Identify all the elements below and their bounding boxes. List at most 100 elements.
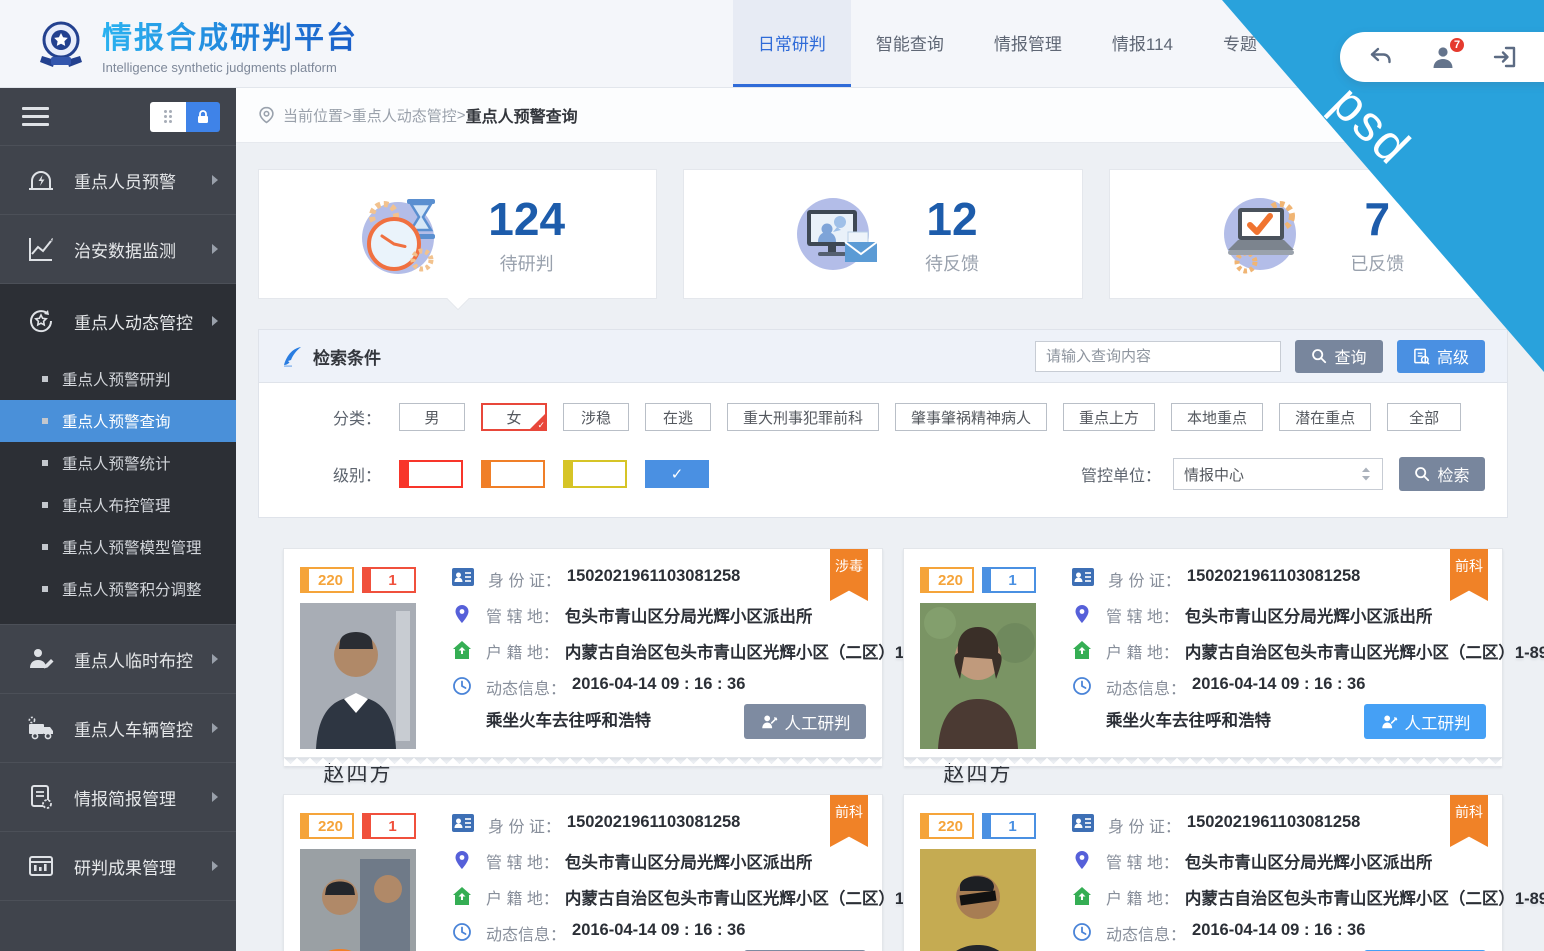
chevron-right-icon — [212, 654, 218, 664]
sidebar-item-key-person-warning[interactable]: 重点人员预警 — [0, 146, 236, 215]
clock-icon — [452, 922, 472, 942]
notification-badge: 7 — [1448, 36, 1466, 54]
laptop-check-icon — [1212, 186, 1308, 282]
category-mental-illness[interactable]: 肇事肇祸精神病人 — [895, 403, 1047, 431]
manual-judgment-button[interactable]: 人工研判 — [744, 704, 866, 739]
sidebar-item-key-person-dynamic-control[interactable]: 重点人动态管控 — [0, 284, 236, 358]
stat-label: 待研判 — [488, 250, 565, 276]
id-value: 1502021961103081258 — [567, 567, 740, 586]
level-red[interactable] — [399, 460, 463, 488]
jurisdiction-value: 包头市青山区分局光辉小区派出所 — [565, 603, 813, 627]
category-fugitive[interactable]: 在逃 — [645, 403, 711, 431]
check-icon: ✓ — [671, 465, 684, 483]
category-potential-key[interactable]: 潜在重点 — [1279, 403, 1371, 431]
bar-chart-window-icon — [26, 851, 56, 881]
search-panel-title: 检索条件 — [313, 344, 381, 369]
lock-icon — [186, 102, 220, 132]
location-pin-icon — [258, 106, 275, 124]
app-logo: 情报合成研判平台 Intelligence synthetic judgment… — [34, 0, 358, 87]
score-box: 220 — [920, 567, 974, 593]
sidebar-subitem-warning-judgment[interactable]: 重点人预警研判 — [0, 358, 236, 400]
advanced-search-button[interactable]: 高级 — [1397, 340, 1485, 373]
level-orange[interactable] — [481, 460, 545, 488]
clock-icon — [1072, 922, 1092, 942]
tab-intel-114[interactable]: 情报114 — [1087, 0, 1198, 87]
category-all[interactable]: 全部 — [1387, 403, 1461, 431]
menu-collapse-icon[interactable] — [22, 102, 49, 131]
chevron-right-icon — [212, 244, 218, 254]
user-account-icon[interactable]: 7 — [1430, 44, 1456, 70]
person-check-icon — [760, 713, 778, 731]
logout-icon[interactable] — [1492, 44, 1518, 70]
grade-box: 1 — [982, 813, 1036, 839]
app-subtitle: Intelligence synthetic judgments platfor… — [102, 60, 358, 75]
stats-row: 124 待研判 12 待反馈 — [258, 169, 1508, 299]
grip-icon — [150, 102, 186, 132]
magnifier-icon — [1414, 466, 1430, 482]
monitor-message-icon — [787, 186, 883, 282]
category-male[interactable]: 男 — [399, 403, 465, 431]
sidebar-item-judgment-results[interactable]: 研判成果管理 — [0, 832, 236, 901]
clock-icon — [1072, 676, 1092, 696]
score-box: 220 — [920, 813, 974, 839]
stat-label: 待反馈 — [925, 250, 979, 276]
sidebar-subitem-score-adjust[interactable]: 重点人预警积分调整 — [0, 568, 236, 610]
stat-card-pending-feedback[interactable]: 12 待反馈 — [683, 169, 1082, 299]
sidebar-subitem-model-management[interactable]: 重点人预警模型管理 — [0, 526, 236, 568]
level-yellow[interactable] — [563, 460, 627, 488]
sidebar-lock-toggle[interactable] — [150, 102, 220, 132]
undo-icon[interactable] — [1368, 44, 1394, 70]
person-cards-grid: 涉毒 220 1 — [283, 548, 1544, 951]
control-unit-select[interactable]: 情报中心 — [1173, 458, 1383, 490]
stat-card-pending-judgment[interactable]: 124 待研判 — [258, 169, 657, 299]
tab-intel-management[interactable]: 情报管理 — [969, 0, 1087, 87]
category-local-key[interactable]: 本地重点 — [1171, 403, 1263, 431]
search-input[interactable] — [1035, 341, 1281, 372]
person-edit-icon — [26, 644, 56, 674]
level-label: 级别： — [281, 462, 381, 486]
sidebar-item-security-data-monitor[interactable]: 治安数据监测 — [0, 215, 236, 284]
home-icon — [1072, 886, 1092, 906]
mugshot-photo — [920, 603, 1036, 749]
breadcrumb-current: 重点人预警查询 — [466, 103, 578, 127]
refresh-star-icon — [26, 306, 56, 336]
sidebar-item-vehicle-control[interactable]: 重点人车辆管控 — [0, 694, 236, 763]
category-stability[interactable]: 涉稳 — [563, 403, 629, 431]
retrieve-button[interactable]: 检索 — [1399, 457, 1485, 491]
id-card-icon — [452, 568, 474, 586]
sidebar-subitem-warning-query[interactable]: 重点人预警查询 — [0, 400, 236, 442]
chevron-right-icon — [212, 316, 218, 326]
tab-smart-query[interactable]: 智能查询 — [851, 0, 969, 87]
user-toolbar: 7 — [1340, 32, 1544, 82]
app-title: 情报合成研判平台 — [102, 13, 358, 57]
control-unit-label: 管控单位： — [1081, 462, 1161, 486]
person-card: 前科 220 1 — [283, 794, 883, 951]
map-pin-icon — [1072, 604, 1092, 624]
chevron-right-icon — [212, 861, 218, 871]
alarm-icon — [26, 165, 56, 195]
quill-icon — [281, 345, 303, 367]
grade-box: 1 — [362, 567, 416, 593]
sidebar-item-temporary-control[interactable]: 重点人临时布控 — [0, 625, 236, 694]
category-female[interactable]: 女 ✓ — [481, 403, 547, 431]
sort-arrows-icon — [1360, 467, 1372, 481]
sidebar-item-briefing-management[interactable]: 情报简报管理 — [0, 763, 236, 832]
breadcrumb-prefix: 当前位置 — [283, 105, 343, 126]
stat-label: 已反馈 — [1350, 250, 1404, 276]
sidebar-subitem-warning-statistics[interactable]: 重点人预警统计 — [0, 442, 236, 484]
report-gear-icon — [26, 782, 56, 812]
advanced-search-icon — [1413, 348, 1430, 365]
map-pin-icon — [452, 604, 472, 624]
breadcrumb-parent[interactable]: 重点人动态管控 — [352, 105, 457, 126]
level-filter-row: 级别： ✓ 管控单位： — [281, 457, 1485, 491]
person-card: 前科 220 1 — [903, 794, 1503, 951]
category-major-crime[interactable]: 重大刑事犯罪前科 — [727, 403, 879, 431]
category-key-petition[interactable]: 重点上方 — [1063, 403, 1155, 431]
sidebar-subitem-control-management[interactable]: 重点人布控管理 — [0, 484, 236, 526]
map-pin-icon — [1072, 850, 1092, 870]
tab-daily-judgment[interactable]: 日常研判 — [733, 0, 851, 87]
level-blue-checked[interactable]: ✓ — [645, 460, 709, 488]
manual-judgment-button[interactable]: 人工研判 — [1364, 704, 1486, 739]
query-button[interactable]: 查询 — [1295, 340, 1383, 373]
chevron-right-icon — [212, 175, 218, 185]
